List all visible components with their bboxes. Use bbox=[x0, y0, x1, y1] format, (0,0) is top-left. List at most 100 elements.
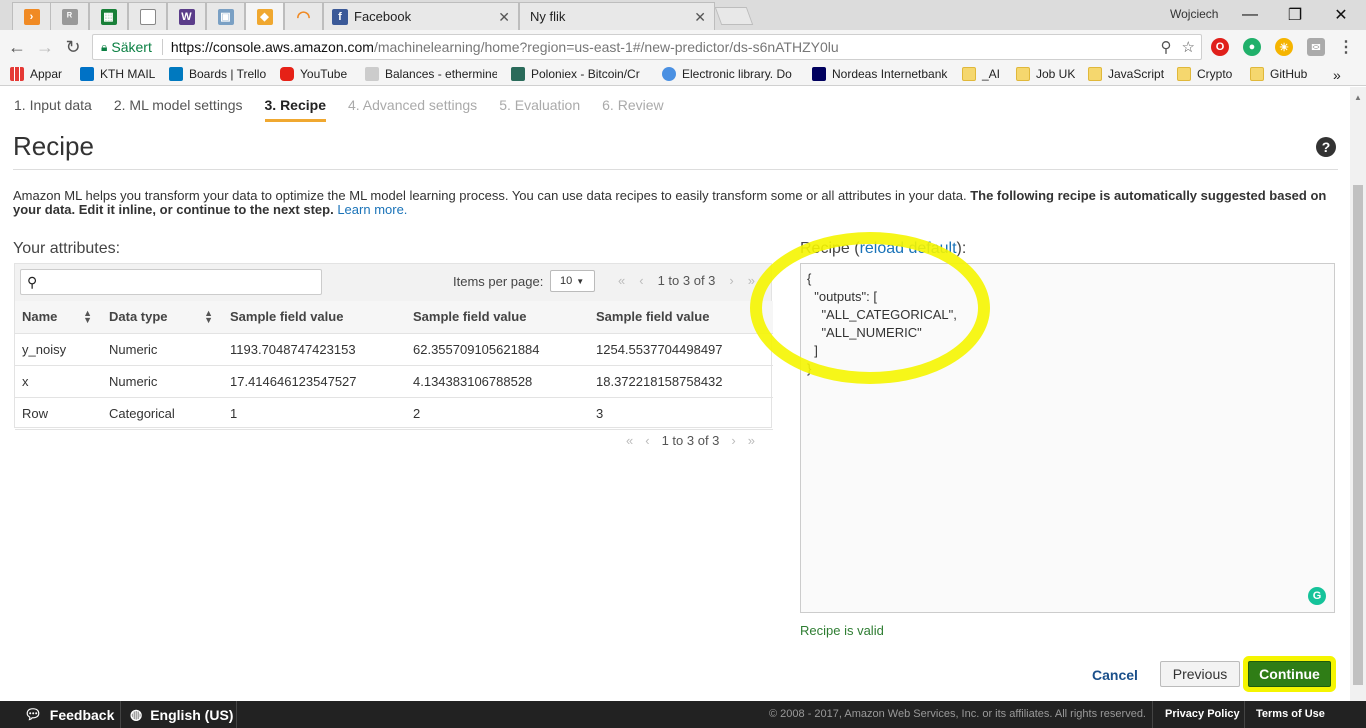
bookmark-apps[interactable]: Appar bbox=[10, 67, 62, 81]
tab-facebook[interactable]: f Facebook ✕ bbox=[323, 2, 519, 30]
step-recipe[interactable]: 3. Recipe bbox=[264, 97, 326, 122]
items-per-page-select[interactable]: 10 ▼ bbox=[550, 270, 595, 292]
bookmark-trello[interactable]: Boards | Trello bbox=[169, 67, 266, 81]
help-icon[interactable]: ? bbox=[1316, 137, 1336, 157]
trello-icon bbox=[169, 67, 183, 81]
bookmark-youtube[interactable]: YouTube bbox=[280, 67, 347, 81]
step-input-data[interactable]: 1. Input data bbox=[14, 97, 92, 122]
next-page-icon[interactable]: › bbox=[729, 273, 733, 288]
star-icon[interactable]: ☆ bbox=[1182, 38, 1195, 56]
cancel-button[interactable]: Cancel bbox=[1085, 663, 1145, 687]
apps-grid-icon bbox=[10, 67, 24, 81]
tab-aws-console[interactable]: ◆ bbox=[245, 2, 284, 30]
step-evaluation: 5. Evaluation bbox=[499, 97, 581, 113]
tab-image[interactable]: ▣ bbox=[206, 2, 245, 30]
close-icon[interactable]: ✕ bbox=[694, 9, 706, 26]
bookmark-kth-mail[interactable]: KTH MAIL bbox=[80, 67, 155, 81]
address-bar[interactable]: 🔒︎ Säkert https://console.aws.amazon.com… bbox=[92, 34, 1202, 60]
recipe-editor[interactable]: { "outputs": [ "ALL_CATEGORICAL", "ALL_N… bbox=[800, 263, 1335, 613]
back-icon[interactable]: ← bbox=[6, 36, 28, 58]
bookmark-folder-job-uk[interactable]: Job UK bbox=[1016, 67, 1075, 81]
bookmark-library[interactable]: Electronic library. Do bbox=[662, 67, 798, 81]
document-icon bbox=[139, 8, 156, 25]
folder-icon bbox=[1016, 67, 1030, 81]
column-header-data-type[interactable]: Data type ▲ ▼ bbox=[102, 301, 223, 334]
bookmark-folder-javascript[interactable]: JavaScript bbox=[1088, 67, 1164, 81]
restore-icon[interactable]: ❐ bbox=[1272, 3, 1318, 27]
page-scrollbar[interactable]: ▲ bbox=[1350, 87, 1366, 701]
previous-button[interactable]: Previous bbox=[1160, 661, 1240, 687]
attribute-search-input[interactable]: ⚲ bbox=[20, 269, 322, 295]
recipe-status: Recipe is valid bbox=[800, 623, 884, 638]
ethermine-icon: ᴿ bbox=[61, 8, 78, 25]
tab-ethermine[interactable]: ᴿ bbox=[50, 2, 89, 30]
items-per-page-label: Items per page: bbox=[453, 274, 544, 289]
tab-new[interactable]: Ny flik ✕ bbox=[519, 2, 715, 30]
table-row: x Numeric 17.414646123547527 4.134383106… bbox=[15, 365, 773, 398]
table-row: Row Categorical 1 2 3 bbox=[15, 397, 773, 430]
privacy-policy-link[interactable]: Privacy Policy bbox=[1165, 708, 1240, 720]
chat-icon[interactable]: ● bbox=[1243, 38, 1261, 56]
attributes-table: Name ▲ ▼ Data type ▲ ▼ Sample field value Sa… bbox=[15, 301, 773, 430]
column-header-name[interactable]: Name ▲ ▼ bbox=[15, 301, 102, 334]
column-header-sample-3: Sample field value bbox=[589, 301, 773, 334]
scroll-thumb[interactable] bbox=[1353, 185, 1363, 685]
loading-icon: ◠ bbox=[296, 8, 311, 26]
weather-icon[interactable]: ☀ bbox=[1275, 38, 1293, 56]
terms-of-use-link[interactable]: Terms of Use bbox=[1256, 708, 1325, 720]
bookmark-ethermine[interactable]: Balances - ethermine bbox=[365, 67, 497, 81]
secure-label: Säkert bbox=[111, 39, 152, 55]
tab-sheets[interactable]: ▦ bbox=[89, 2, 128, 30]
url-host: https://console.aws.amazon.com bbox=[170, 39, 374, 55]
close-icon[interactable]: ✕ bbox=[498, 9, 510, 26]
bookmark-poloniex[interactable]: Poloniex - Bitcoin/Cr bbox=[511, 67, 647, 81]
globe-icon bbox=[662, 67, 676, 81]
tab-document[interactable] bbox=[128, 2, 167, 30]
first-page-icon[interactable]: « bbox=[626, 433, 633, 448]
w-icon: W bbox=[178, 8, 195, 25]
aws-icon: › bbox=[23, 8, 40, 25]
new-tab-button[interactable] bbox=[714, 7, 754, 25]
folder-icon bbox=[962, 67, 976, 81]
poloniex-icon bbox=[511, 67, 525, 81]
tab-aws[interactable]: › bbox=[12, 2, 51, 30]
grammarly-icon[interactable]: G bbox=[1308, 587, 1326, 605]
reload-default-link[interactable]: reload default bbox=[860, 240, 957, 257]
language-selector[interactable]: ◍ English (US) bbox=[130, 701, 233, 728]
zoom-icon[interactable]: ⚲ bbox=[1161, 38, 1172, 56]
bookmark-folder-ai[interactable]: _AI bbox=[962, 67, 1000, 81]
search-icon: ⚲ bbox=[27, 274, 38, 290]
nordea-icon bbox=[812, 67, 826, 81]
minimize-icon[interactable]: — bbox=[1227, 3, 1273, 27]
feedback-icon: 💬︎ bbox=[24, 706, 42, 722]
scroll-up-icon[interactable]: ▲ bbox=[1354, 93, 1362, 102]
step-ml-model-settings[interactable]: 2. ML model settings bbox=[114, 97, 243, 122]
tab-w[interactable]: W bbox=[167, 2, 206, 30]
last-page-icon[interactable]: » bbox=[748, 273, 755, 288]
first-page-icon[interactable]: « bbox=[618, 273, 625, 288]
feedback-button[interactable]: 💬︎ Feedback bbox=[24, 701, 114, 728]
outlook-icon bbox=[80, 67, 94, 81]
tab-loading[interactable]: ◠ bbox=[284, 2, 323, 30]
prev-page-icon[interactable]: ‹ bbox=[639, 273, 643, 288]
console-footer: 💬︎ Feedback ◍ English (US) © 2008 - 2017, … bbox=[0, 701, 1366, 728]
reload-icon[interactable]: ↻ bbox=[62, 36, 84, 58]
learn-more-link[interactable]: Learn more. bbox=[337, 202, 407, 217]
forward-icon[interactable]: → bbox=[34, 36, 56, 58]
menu-icon[interactable]: ⋮ bbox=[1337, 38, 1355, 56]
recipe-label: Recipe (reload default): bbox=[800, 240, 967, 257]
window-close-icon[interactable]: ✕ bbox=[1318, 3, 1364, 27]
inbox-icon[interactable]: ✉ bbox=[1307, 38, 1325, 56]
url-path: /machinelearning/home?region=us-east-1#/… bbox=[373, 39, 839, 55]
sheets-icon: ▦ bbox=[100, 8, 117, 25]
last-page-icon[interactable]: » bbox=[748, 433, 755, 448]
more-bookmarks-icon[interactable]: » bbox=[1333, 67, 1341, 83]
next-page-icon[interactable]: › bbox=[731, 433, 735, 448]
profile-name[interactable]: Wojciech bbox=[1170, 7, 1218, 21]
prev-page-icon[interactable]: ‹ bbox=[645, 433, 649, 448]
bookmark-folder-github[interactable]: GitHub bbox=[1250, 67, 1307, 81]
opera-icon[interactable]: O bbox=[1211, 38, 1229, 56]
continue-button[interactable]: Continue bbox=[1248, 661, 1331, 687]
bookmark-folder-crypto[interactable]: Crypto bbox=[1177, 67, 1232, 81]
bookmark-nordea[interactable]: Nordeas Internetbank bbox=[812, 67, 948, 81]
